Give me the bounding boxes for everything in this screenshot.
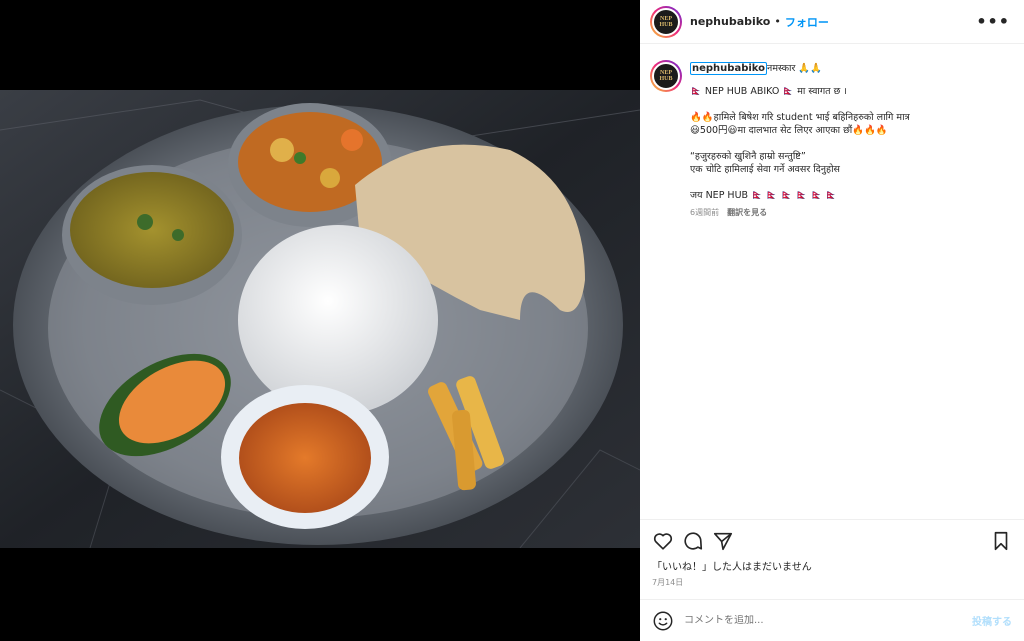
translate-button[interactable]: 翻訳を見る	[727, 208, 767, 217]
share-icon[interactable]	[712, 530, 734, 552]
caption-area: NEP HUB nephubabiko नमस्कार 🙏🙏 🇳🇵 NEP HUB …	[640, 44, 1024, 519]
emoji-icon[interactable]	[652, 610, 674, 632]
more-options-icon[interactable]: •••	[976, 12, 1014, 31]
caption-line: “हजुरहरुको खुशिनै हाम्रो सन्तुष्टि”	[690, 151, 806, 162]
comment-icon[interactable]	[682, 530, 704, 552]
likes-text: 「いいね！」した人はまだいません	[652, 562, 812, 573]
post-date[interactable]: 7月14日	[652, 577, 1012, 588]
caption-line: 🇳🇵 NEP HUB ABIKO 🇳🇵 मा स्वागत छ ।	[690, 86, 847, 97]
caption-line: 😃500円😃मा दालभात सेट लिएर आएका छौं🔥🔥🔥	[690, 125, 888, 136]
post-side-panel: NEP HUB nephubabiko • フォロー ••• NEP HUB nep…	[640, 0, 1024, 641]
post-media	[0, 0, 640, 641]
heart-icon[interactable]	[652, 530, 674, 552]
avatar-logo-text: NEP HUB	[659, 70, 673, 82]
caption-body: nephubabiko नमस्कार 🙏🙏 🇳🇵 NEP HUB ABIKO 🇳…	[690, 60, 1010, 219]
caption-line	[690, 137, 1010, 150]
caption-avatar[interactable]: NEP HUB	[650, 60, 682, 92]
bookmark-icon[interactable]	[990, 530, 1012, 552]
caption-time[interactable]: 6週間前	[690, 208, 719, 217]
post-photo	[0, 90, 640, 548]
caption-username[interactable]: nephubabiko	[690, 62, 768, 75]
caption-text: 🇳🇵 NEP HUB ABIKO 🇳🇵 मा स्वागत छ । 🔥🔥हामि…	[690, 85, 1010, 202]
post-actions: 「いいね！」した人はまだいません 7月14日	[640, 519, 1024, 599]
caption-greeting: नमस्कार 🙏🙏	[767, 63, 823, 74]
caption-line	[690, 98, 1010, 111]
caption-meta: 6週間前 翻訳を見る	[690, 206, 1010, 219]
profile-avatar[interactable]: NEP HUB	[650, 5, 682, 38]
post-header: NEP HUB nephubabiko • フォロー •••	[640, 0, 1024, 44]
separator-dot: •	[774, 15, 781, 28]
caption-line: 🔥🔥हामिले बिषेश गरि student भाई बहिनिहरुक…	[690, 112, 910, 123]
caption-line: जय NEP HUB 🇳🇵 🇳🇵 🇳🇵 🇳🇵 🇳🇵 🇳🇵	[690, 190, 838, 201]
follow-button[interactable]: フォロー	[785, 14, 829, 30]
comment-input[interactable]	[684, 615, 972, 626]
profile-username[interactable]: nephubabiko	[690, 15, 770, 28]
comment-bar: 投稿する	[640, 599, 1024, 641]
caption-line	[690, 176, 1010, 189]
post-comment-button[interactable]: 投稿する	[972, 613, 1012, 628]
caption-line: एक चोटि हामिलाई सेवा गर्ने अवसर दिनुहोस	[690, 164, 840, 175]
avatar-logo-text: NEP HUB	[659, 15, 673, 28]
